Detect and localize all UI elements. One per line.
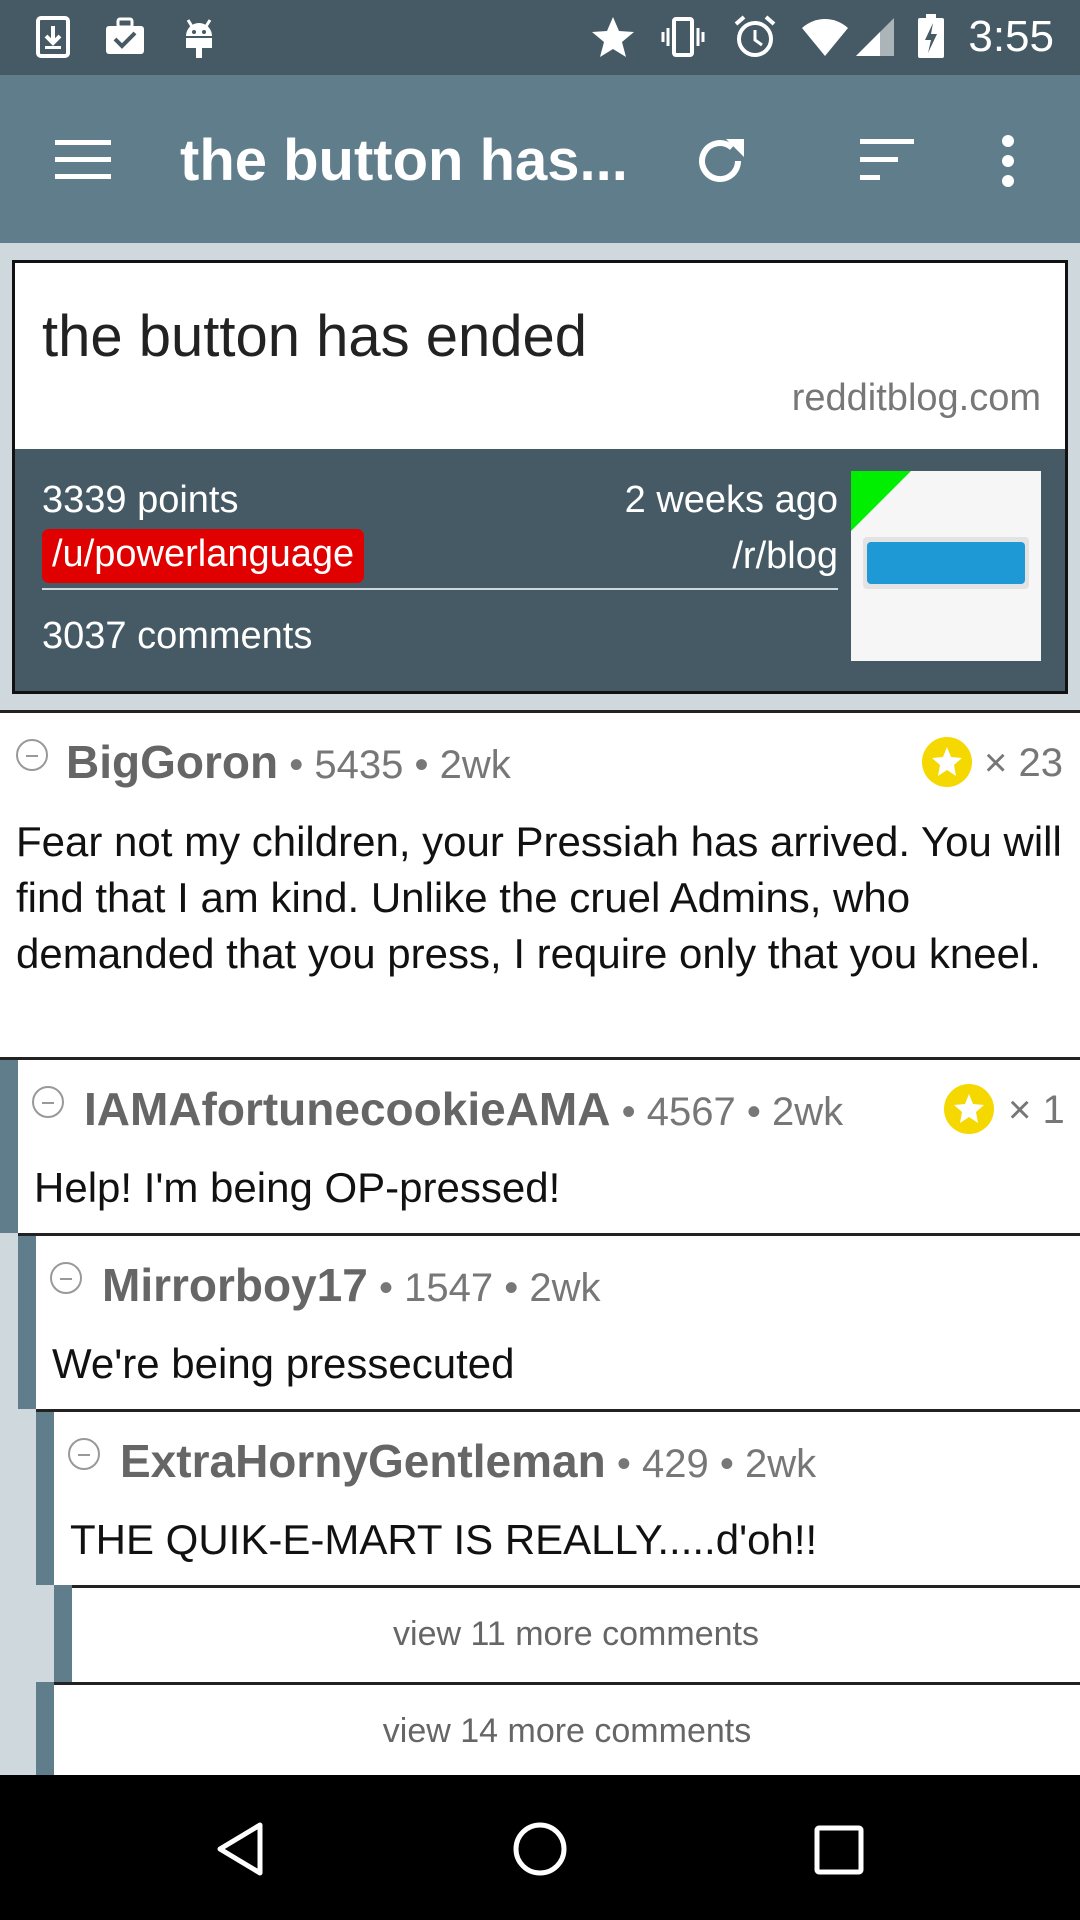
comment-age: 2wk [529, 1266, 601, 1310]
comment-age: 2wk [744, 1442, 817, 1486]
comment-body: We're being pressecuted [52, 1340, 515, 1387]
separator: • [621, 1090, 636, 1134]
refresh-icon[interactable] [692, 133, 748, 189]
comment-author[interactable]: IAMAfortunecookieAMA [84, 1083, 610, 1135]
comment-header: BigGoron • 5435 • 2wk [66, 735, 511, 789]
comment-age: 2wk [439, 743, 511, 787]
post-card[interactable]: the button has ended redditblog.com 3339… [12, 260, 1068, 694]
post-title[interactable]: the button has ended [42, 303, 587, 370]
separator: • [378, 1266, 393, 1310]
post-time: 2 weeks ago [624, 479, 838, 521]
comment[interactable]: BigGoron • 5435 • 2wk × 23 Fear not my c… [0, 713, 1080, 1057]
post-domain: redditblog.com [791, 377, 1041, 419]
comment-author[interactable]: ExtraHornyGentleman [120, 1435, 606, 1487]
gild-count: × 23 [984, 741, 1063, 785]
gild-icon [944, 1084, 994, 1134]
separator: • [289, 743, 304, 787]
alarm-icon [734, 15, 776, 57]
comment-header: Mirrorboy17 • 1547 • 2wk [102, 1258, 601, 1312]
navigation-bar [0, 1775, 1080, 1920]
collapse-icon[interactable] [50, 1262, 82, 1294]
post-points: 3339 points [42, 479, 239, 521]
separator: • [504, 1266, 519, 1310]
depth-bar [36, 1412, 54, 1585]
star-icon [592, 17, 634, 57]
gild-icon [922, 737, 972, 787]
depth-bar [18, 1236, 36, 1409]
separator: • [719, 1442, 734, 1486]
home-icon[interactable] [512, 1821, 568, 1877]
gild-count: × 1 [1008, 1088, 1065, 1132]
meta-divider [42, 588, 838, 590]
collapse-icon[interactable] [32, 1086, 64, 1118]
sort-icon[interactable] [858, 137, 916, 183]
comment-age: 2wk [771, 1090, 844, 1134]
comment[interactable]: IAMAfortunecookieAMA • 4567 • 2wk × 1 He… [18, 1060, 1080, 1233]
collapse-icon[interactable] [16, 739, 48, 771]
comment-score: 1547 [404, 1266, 494, 1310]
comment-score: 5435 [314, 743, 404, 787]
signal-icon [856, 18, 894, 56]
recents-icon[interactable] [814, 1825, 864, 1875]
comment-header: ExtraHornyGentleman • 429 • 2wk [120, 1434, 816, 1488]
thumbnail-button-bar [867, 542, 1025, 584]
thumbnail-green-corner [851, 471, 911, 531]
comment-header: IAMAfortunecookieAMA • 4567 • 2wk [84, 1082, 843, 1136]
menu-icon[interactable] [55, 138, 113, 182]
collapse-icon[interactable] [68, 1438, 100, 1470]
post-thumbnail[interactable] [851, 471, 1041, 661]
post-author[interactable]: /u/powerlanguage [42, 529, 365, 583]
post-subreddit[interactable]: /r/blog [732, 535, 838, 578]
comment[interactable]: ExtraHornyGentleman • 429 • 2wk THE QUIK… [54, 1412, 1080, 1585]
more-vert-icon[interactable] [996, 133, 1020, 189]
separator: • [746, 1090, 761, 1134]
vibrate-icon [661, 17, 705, 57]
wifi-icon [802, 19, 848, 56]
comment-author[interactable]: BigGoron [66, 736, 278, 788]
comment-score: 4567 [646, 1090, 736, 1134]
clock-time: 3:55 [968, 12, 1054, 61]
view-more-comments-button[interactable]: view 11 more comments [72, 1585, 1080, 1682]
toolbar-title: the button has... [180, 128, 628, 193]
comment-body: THE QUIK-E-MART IS REALLY.....d'oh!! [70, 1516, 818, 1563]
back-icon[interactable] [212, 1821, 268, 1877]
view-more-comments-button[interactable]: view 14 more comments [54, 1682, 1080, 1775]
app-root: 3:55 the button has... the button has en… [0, 0, 1080, 1920]
briefcase-check-icon [106, 17, 144, 54]
comment[interactable]: Mirrorboy17 • 1547 • 2wk We're being pre… [36, 1236, 1080, 1409]
battery-charging-icon [918, 14, 944, 58]
comment-author[interactable]: Mirrorboy17 [102, 1259, 368, 1311]
separator: • [414, 743, 429, 787]
status-bar: 3:55 [0, 0, 1080, 75]
post-comment-count[interactable]: 3037 comments [42, 615, 312, 658]
comment-score: 429 [641, 1442, 709, 1486]
depth-bar [0, 1060, 18, 1233]
depth-bar [36, 1682, 54, 1775]
post-meta: 3339 points /u/powerlanguage 2 weeks ago… [15, 449, 1065, 691]
depth-bar [54, 1585, 72, 1682]
comment-body: Help! I'm being OP-pressed! [34, 1164, 561, 1211]
comment-body: Fear not my children, your Pressiah has … [16, 818, 1062, 977]
android-icon [186, 19, 212, 58]
separator: • [616, 1442, 631, 1486]
download-icon [36, 16, 70, 58]
app-toolbar: the button has... [0, 75, 1080, 243]
